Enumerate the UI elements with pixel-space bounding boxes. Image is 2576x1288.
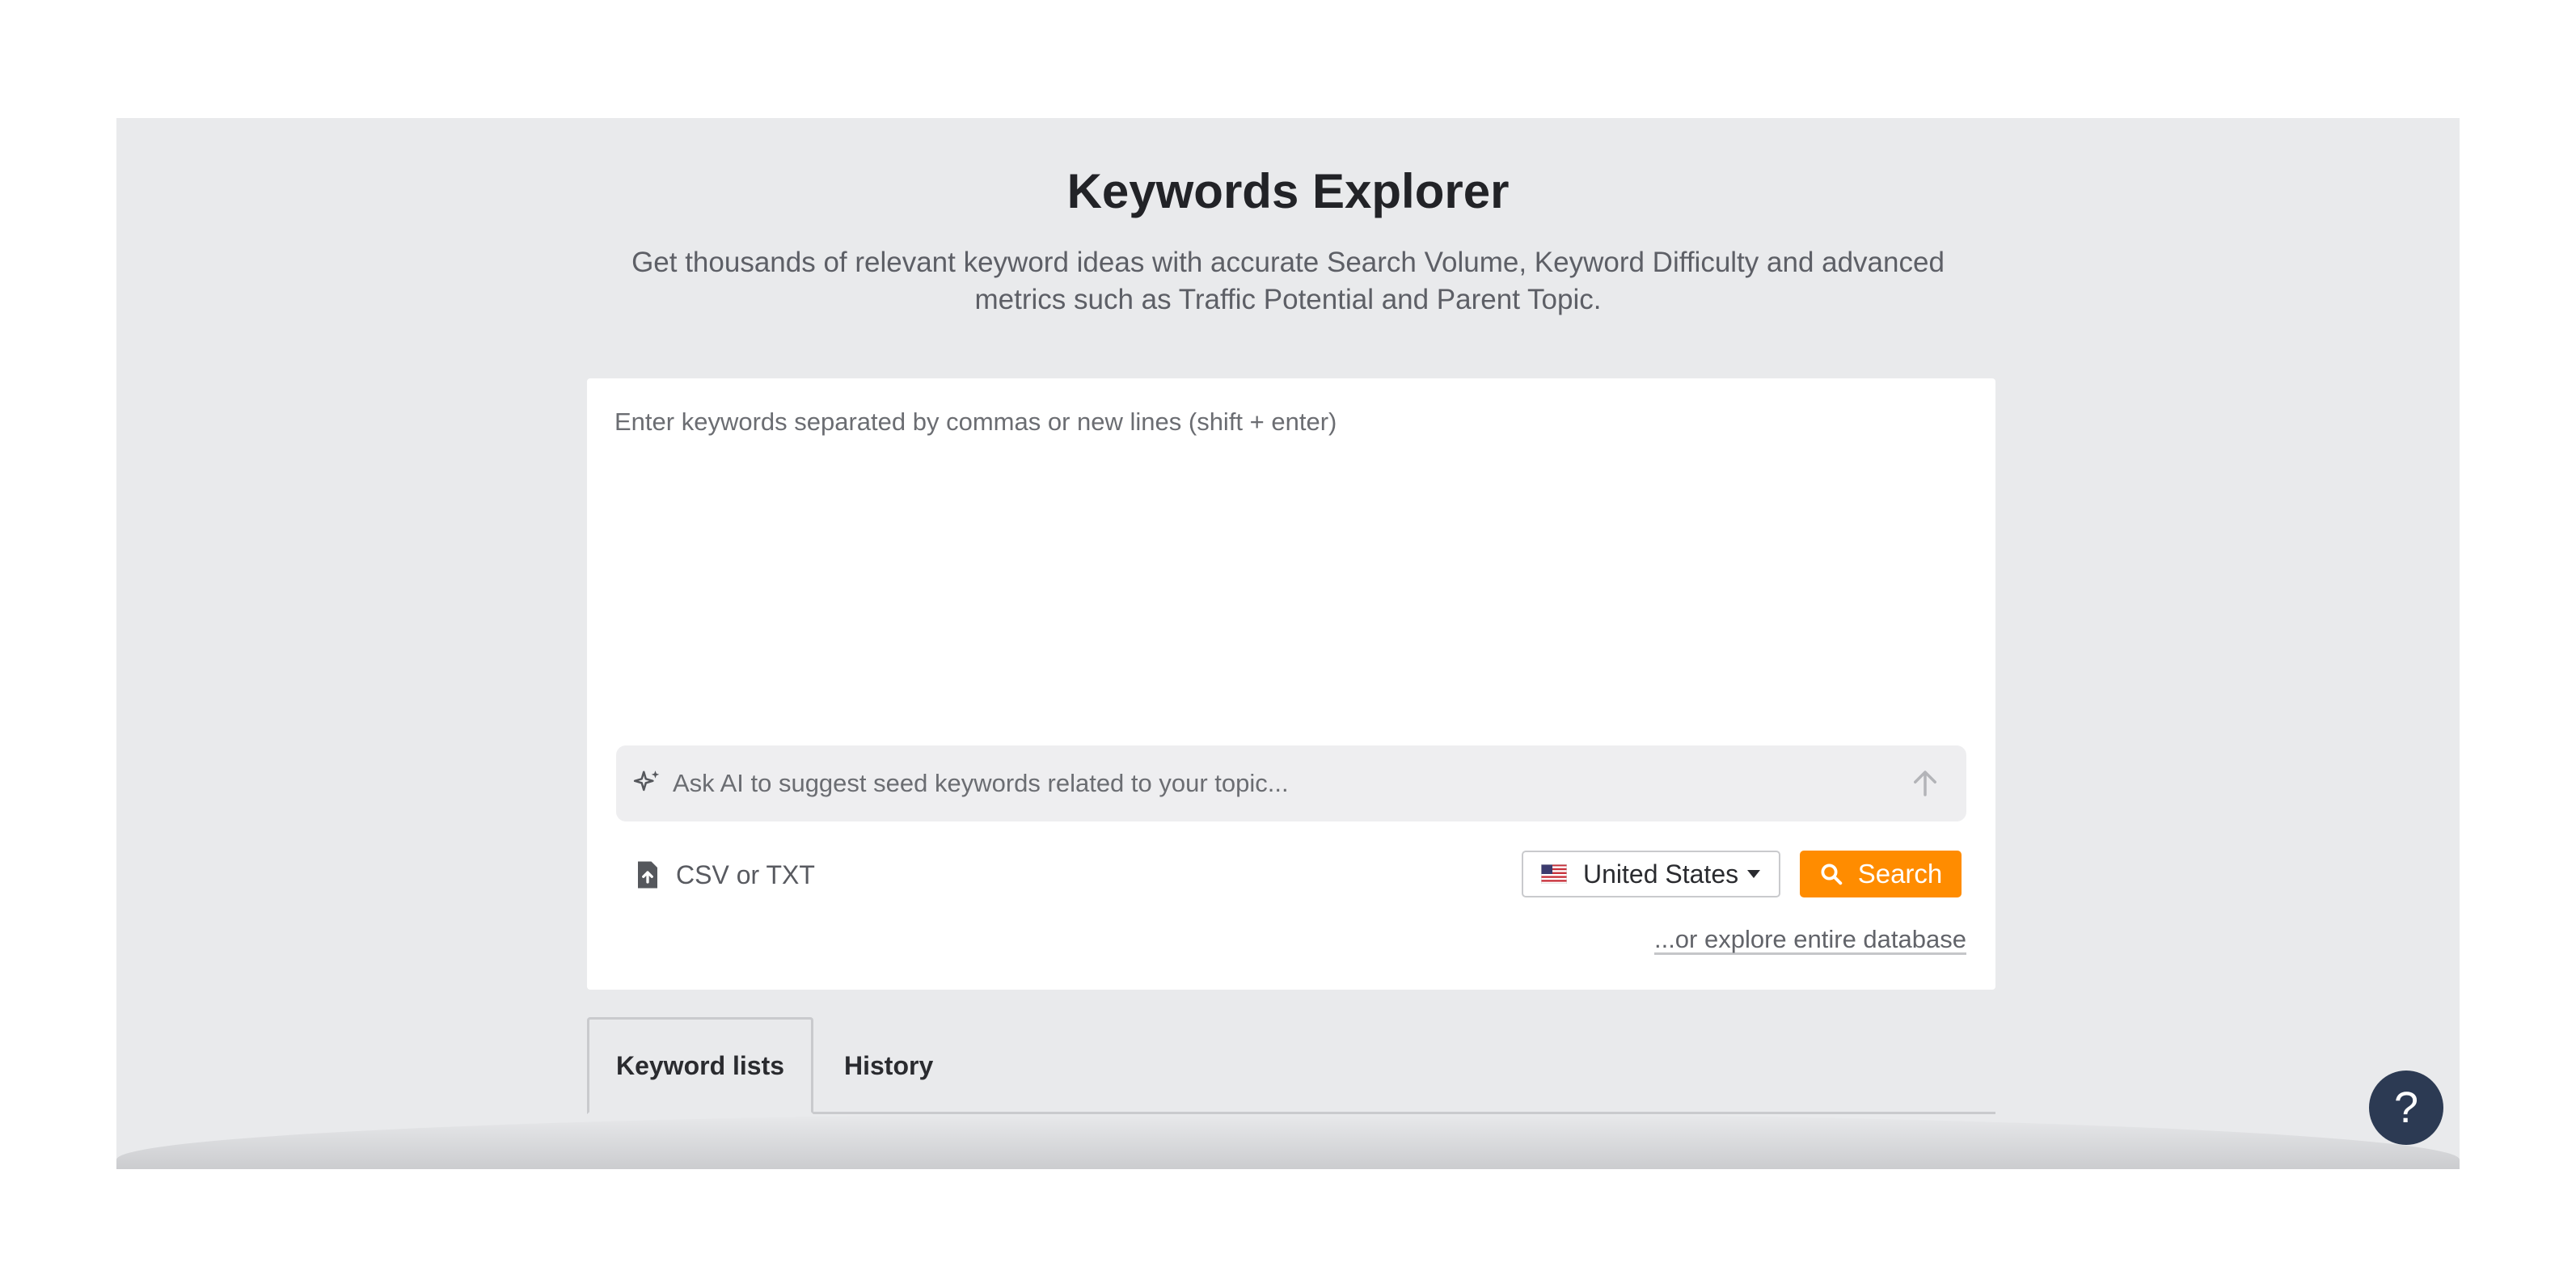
search-button-label: Search	[1857, 859, 1943, 889]
upload-label: CSV or TXT	[676, 859, 815, 889]
ai-suggest-bar	[616, 745, 1966, 821]
country-select[interactable]: United States	[1522, 851, 1780, 897]
caret-down-icon	[1747, 870, 1760, 878]
keywords-input[interactable]	[614, 408, 1965, 682]
keyword-search-card: CSV or TXT United States	[587, 378, 1995, 990]
explore-database-link[interactable]: ...or explore entire database	[1654, 925, 1966, 954]
ai-suggest-input[interactable]	[673, 745, 1902, 821]
bottom-shadow	[116, 1113, 2460, 1169]
search-icon	[1821, 864, 1842, 885]
tab-history[interactable]: History	[844, 1017, 933, 1114]
file-upload-icon	[638, 861, 657, 889]
us-flag-icon	[1541, 864, 1567, 884]
keywords-explorer-app: Keywords Explorer Get thousands of relev…	[116, 118, 2460, 1169]
page-subtitle: Get thousands of relevant keyword ideas …	[631, 247, 1945, 315]
sparkle-icon	[633, 771, 660, 792]
search-button[interactable]: Search	[1800, 851, 1962, 897]
help-button[interactable]: ?	[2369, 1071, 2443, 1145]
tab-bar: Keyword lists History	[587, 1017, 1995, 1114]
arrow-up-icon[interactable]	[1908, 766, 1942, 800]
country-label: United States	[1583, 859, 1739, 889]
page-title: Keywords Explorer	[1066, 164, 1510, 218]
tab-keyword-lists[interactable]: Keyword lists	[587, 1017, 813, 1114]
upload-file-button[interactable]: CSV or TXT	[636, 857, 815, 893]
